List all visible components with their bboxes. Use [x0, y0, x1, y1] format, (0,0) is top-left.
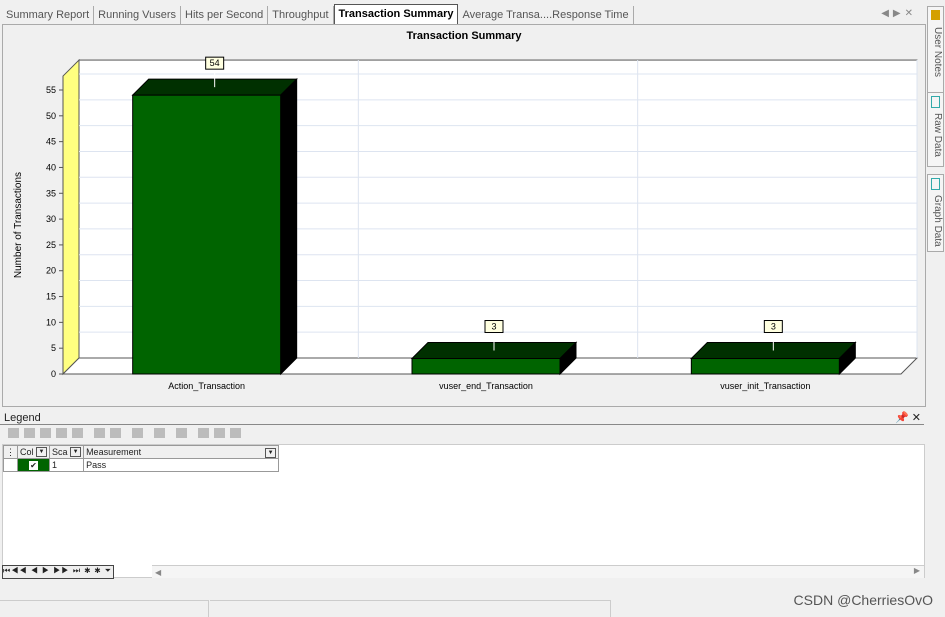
y-tick-label: 30: [46, 214, 56, 224]
tab-throughput[interactable]: Throughput: [268, 6, 334, 24]
legend-tool-icon[interactable]: [56, 428, 67, 438]
legend-grid: ⋮ Col ▼ Sca ▼ Measurement ▼ ✔ 1 Pass: [2, 444, 925, 578]
visibility-checkbox[interactable]: ✔: [29, 461, 39, 470]
y-tick-label: 15: [46, 292, 56, 302]
bar-vuser_end_Transaction: [411, 358, 561, 375]
dropdown-icon[interactable]: ▼: [265, 447, 277, 458]
y-tick-label: 35: [46, 188, 56, 198]
legend-tool-icon[interactable]: [230, 428, 241, 438]
legend-tool-icon[interactable]: [94, 428, 105, 438]
x-tick-label: vuser_init_Transaction: [720, 381, 810, 391]
side-tab-raw-data[interactable]: Raw Data: [927, 92, 944, 167]
legend-tool-icon[interactable]: [132, 428, 143, 438]
legend-title: Legend: [4, 412, 41, 424]
chart-title: Transaction Summary: [407, 30, 523, 42]
transaction-summary-chart: Transaction Summary 0 5 10 15 20 25 30 35 40 45 50 5…: [13, 30, 919, 391]
data-label: 54: [210, 58, 220, 68]
legend-tool-icon[interactable]: [24, 428, 35, 438]
graph-data-icon: [931, 178, 940, 190]
bar-side: [280, 77, 298, 376]
status-pane: [0, 600, 209, 617]
bar-Action_Transaction: [132, 94, 282, 375]
data-label: 3: [771, 322, 776, 332]
y-tick-label: 45: [46, 137, 56, 147]
x-tick-label: Action_Transaction: [168, 381, 245, 391]
legend-toolbar: [8, 428, 241, 438]
side-tab-label: Graph Data: [932, 195, 943, 247]
watermark: CSDN @CherriesOvO: [793, 592, 933, 608]
scale-cell: 1: [49, 458, 85, 472]
legend-tool-icon[interactable]: [72, 428, 83, 438]
legend-tool-icon[interactable]: [214, 428, 225, 438]
document-icon: [931, 96, 940, 108]
status-pane: [210, 600, 611, 617]
legend-tool-icon[interactable]: [110, 428, 121, 438]
dropdown-icon[interactable]: ▼: [36, 447, 48, 458]
user-notes-icon: [931, 10, 940, 20]
legend-tool-icon[interactable]: [40, 428, 51, 438]
left-wall: [62, 58, 80, 376]
measurement-cell: Pass: [83, 458, 280, 472]
data-label: 3: [491, 322, 496, 332]
horizontal-scrollbar[interactable]: ◀ ▶: [152, 565, 924, 578]
legend-tool-icon[interactable]: [176, 428, 187, 438]
tab-scroll-controls[interactable]: ◀▶✕: [881, 8, 917, 19]
side-tab-graph-data[interactable]: Graph Data: [927, 174, 944, 252]
legend-tool-icon[interactable]: [198, 428, 209, 438]
side-tab-label: Raw Data: [932, 113, 943, 157]
legend-tool-icon[interactable]: [154, 428, 165, 438]
column-header-measurement[interactable]: Measurement ▼: [83, 445, 280, 459]
y-tick-label: 25: [46, 240, 56, 250]
record-navigator[interactable]: ⏮◀◀ ◀ ▶ ▶▶ ⏭ ✱ ✱ ⏷: [2, 565, 114, 579]
column-header-scale[interactable]: Sca ▼: [49, 445, 85, 459]
bar-vuser_init_Transaction: [690, 358, 840, 375]
tab-summary-report[interactable]: Summary Report: [2, 6, 95, 24]
table-row[interactable]: ✔ 1 Pass: [3, 458, 280, 472]
legend-pin-close[interactable]: 📌 ✕: [895, 411, 921, 424]
side-tab-user-notes[interactable]: User Notes: [927, 6, 944, 96]
y-tick-label: 5: [51, 343, 56, 353]
tab-running-vusers[interactable]: Running Vusers: [94, 6, 181, 24]
row-selector-header: ⋮: [3, 445, 18, 459]
tab-hits-per-second[interactable]: Hits per Second: [181, 6, 269, 24]
y-tick-label: 50: [46, 111, 56, 121]
tab-bar: Summary Report Running Vusers Hits per Sec…: [2, 4, 920, 26]
divider: [0, 424, 924, 425]
column-header-color[interactable]: Col ▼: [16, 445, 51, 459]
y-tick-label: 40: [46, 162, 56, 172]
y-tick-label: 55: [46, 85, 56, 95]
color-cell[interactable]: ✔: [16, 458, 51, 472]
y-tick-label: 0: [51, 369, 56, 379]
tab-average-transa-response-time[interactable]: Average Transa....Response Time: [458, 6, 634, 24]
side-tab-label: User Notes: [932, 27, 943, 78]
legend-tool-icon[interactable]: [8, 428, 19, 438]
tab-transaction-summary[interactable]: Transaction Summary: [333, 4, 459, 26]
dropdown-icon[interactable]: ▼: [70, 447, 82, 458]
y-axis-label: Number of Transactions: [13, 172, 24, 278]
chart-panel: Transaction Summary 0 5 10 15 20 25 30 35 40 45 50 5…: [2, 24, 926, 407]
y-tick-label: 10: [46, 317, 56, 327]
y-tick-label: 20: [46, 266, 56, 276]
x-tick-label: vuser_end_Transaction: [439, 381, 533, 391]
